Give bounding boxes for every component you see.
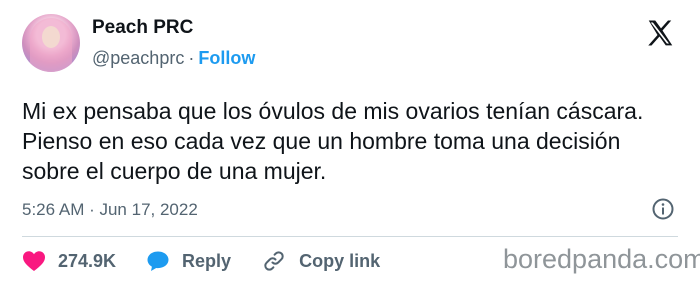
tweet-text: Mi ex pensaba que los óvulos de mis ovar… [22,98,644,184]
author-handle-row: @peachprc · Follow [92,48,255,69]
x-logo-icon[interactable] [645,18,675,48]
like-button[interactable]: 274.9K [22,250,116,272]
heart-icon [23,251,45,271]
follow-button[interactable]: Follow [198,48,255,68]
action-bar: 274.9K Reply Copy link [22,244,410,278]
separator-dot: · [188,48,195,68]
link-icon [264,251,284,271]
tweet-timestamp[interactable]: 5:26 AM · Jun 17, 2022 [22,200,198,220]
tweet-card: Peach PRC @peachprc · Follow Mi ex pensaba… [0,0,700,287]
copy-link-button[interactable]: Copy link [261,249,380,273]
info-icon[interactable] [651,197,675,221]
copy-link-label: Copy link [299,250,381,271]
reply-label: Reply [182,250,232,271]
author-name[interactable]: Peach PRC [92,17,193,39]
avatar-face [42,26,60,48]
like-count: 274.9K [58,250,117,271]
divider [22,236,678,237]
speech-bubble-icon [147,251,169,271]
avatar[interactable] [22,14,80,72]
author-handle[interactable]: @peachprc [92,48,184,68]
reply-button[interactable]: Reply [146,250,231,272]
watermark: boredpanda.com [503,244,700,274]
